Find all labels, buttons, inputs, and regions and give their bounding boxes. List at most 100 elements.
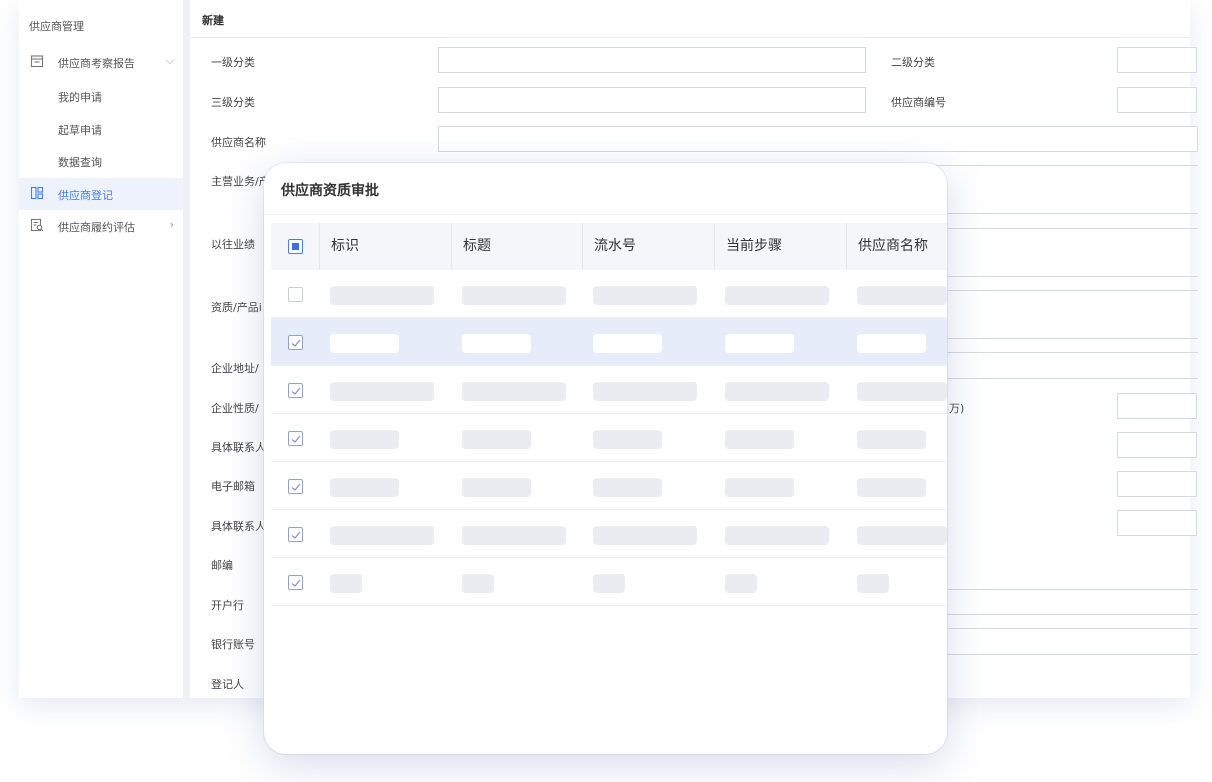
check-icon [291, 531, 301, 539]
sidebar-item-label: 供应商履约评估 [58, 221, 135, 234]
table-row[interactable] [271, 318, 947, 366]
sidebar: 供应商管理 供应商考察报告 ⌵ 我的申请 起草申请 数据查询 供应商登记 供应商… [19, 0, 183, 698]
cell-placeholder [857, 382, 947, 401]
cell-placeholder [725, 334, 794, 353]
cell-placeholder [857, 334, 926, 353]
label-supplier-no: 供应商编号 [891, 96, 946, 109]
cell-placeholder [330, 526, 434, 545]
fax-input[interactable] [1117, 471, 1197, 497]
row-checkbox[interactable] [288, 479, 303, 494]
table-header: 标识 标题 流水号 当前步骤 供应商名称 [271, 223, 947, 270]
cell-placeholder [725, 478, 794, 497]
sidebar-item-label: 起草申请 [58, 124, 102, 137]
label-cat3: 三级分类 [211, 96, 255, 109]
cell-placeholder [330, 478, 399, 497]
column-header-serial-no[interactable]: 流水号 [594, 223, 636, 270]
label-cat1: 一级分类 [211, 56, 255, 69]
column-divider [319, 223, 320, 270]
cell-placeholder [857, 286, 947, 305]
cell-placeholder [593, 334, 662, 353]
cell-placeholder [462, 334, 531, 353]
label-nature: 企业性质/ [211, 402, 259, 415]
column-header-supplier-name[interactable]: 供应商名称 [858, 223, 928, 270]
row-checkbox[interactable] [288, 287, 303, 302]
table-row[interactable] [271, 462, 947, 510]
supplier-no-input[interactable] [1117, 87, 1197, 113]
sidebar-item-data-query[interactable]: 数据查询 [19, 145, 183, 177]
cell-placeholder [725, 574, 757, 593]
column-header-title[interactable]: 标题 [463, 223, 491, 270]
label-contact1: 具体联系人 [211, 441, 266, 454]
check-icon [291, 483, 301, 491]
cell-placeholder [462, 382, 566, 401]
qualification-approval-modal: 供应商资质审批 标识 标题 流水号 当前步骤 供应商名称 [264, 163, 947, 754]
row-checkbox[interactable] [288, 383, 303, 398]
cell-placeholder [857, 430, 926, 449]
select-all-checkbox[interactable] [288, 239, 303, 254]
supplier-name-input[interactable] [438, 126, 1198, 152]
label-main-business: 主营业务/产 [211, 175, 270, 188]
sidebar-item-my-applications[interactable]: 我的申请 [19, 80, 183, 112]
row-checkbox[interactable] [288, 335, 303, 350]
sidebar-item-performance-evaluation[interactable]: 供应商履约评估 › [19, 210, 183, 242]
sidebar-item-label: 供应商考察报告 [58, 57, 135, 70]
cell-placeholder [330, 382, 434, 401]
cell-placeholder [725, 526, 829, 545]
row-checkbox[interactable] [288, 431, 303, 446]
column-header-current-step[interactable]: 当前步骤 [726, 223, 782, 270]
cell-placeholder [857, 478, 926, 497]
cell-placeholder [462, 286, 566, 305]
table-row[interactable] [271, 510, 947, 558]
label-supplier-name: 供应商名称 [211, 136, 266, 149]
check-icon [291, 387, 301, 395]
column-header-id[interactable]: 标识 [331, 223, 359, 270]
cat1-input[interactable] [438, 47, 866, 73]
sidebar-title: 供应商管理 [29, 20, 84, 33]
sidebar-item-inspection-report[interactable]: 供应商考察报告 ⌵ [19, 46, 183, 78]
check-icon [291, 579, 301, 587]
column-divider [714, 223, 715, 270]
cell-placeholder [593, 430, 662, 449]
label-past-performance: 以往业绩 [211, 238, 255, 251]
sidebar-item-supplier-registration[interactable]: 供应商登记 [19, 178, 183, 210]
capital-input[interactable] [1117, 393, 1197, 419]
cell-placeholder [462, 478, 531, 497]
cell-placeholder [725, 430, 794, 449]
chevron-right-icon: › [169, 218, 174, 231]
label-contact2: 具体联系人 [211, 520, 266, 533]
column-divider [451, 223, 452, 270]
label-cat2: 二级分类 [891, 56, 935, 69]
page-title: 新建 [202, 14, 224, 27]
table-row[interactable] [271, 414, 947, 462]
modal-divider [264, 214, 947, 215]
cell-placeholder [857, 574, 889, 593]
cell-placeholder [593, 382, 697, 401]
sidebar-item-label: 我的申请 [58, 91, 102, 104]
row-checkbox[interactable] [288, 575, 303, 590]
check-icon [291, 339, 301, 347]
label-registrant: 登记人 [211, 678, 244, 691]
label-capital-suffix: 万) [949, 402, 965, 415]
indeterminate-mark-icon [292, 243, 299, 250]
cell-placeholder [462, 574, 494, 593]
label-bank: 开户行 [211, 599, 244, 612]
column-divider [846, 223, 847, 270]
table-row[interactable] [271, 366, 947, 414]
cell-placeholder [593, 526, 697, 545]
sidebar-item-draft-application[interactable]: 起草申请 [19, 113, 183, 145]
label-address: 企业地址/ [211, 362, 259, 375]
contact-phone-input[interactable] [1117, 432, 1197, 458]
table-row[interactable] [271, 270, 947, 318]
row-checkbox[interactable] [288, 527, 303, 542]
column-divider [582, 223, 583, 270]
contact2-input[interactable] [1117, 510, 1197, 536]
label-qualification: 资质/产品i [211, 301, 262, 314]
table-row[interactable] [271, 558, 947, 606]
calendar-icon [30, 54, 44, 68]
cell-placeholder [462, 430, 531, 449]
cat2-input[interactable] [1117, 47, 1197, 73]
cat3-input[interactable] [438, 87, 866, 113]
layout-icon [30, 186, 44, 200]
cell-placeholder [857, 526, 947, 545]
cell-placeholder [593, 478, 662, 497]
